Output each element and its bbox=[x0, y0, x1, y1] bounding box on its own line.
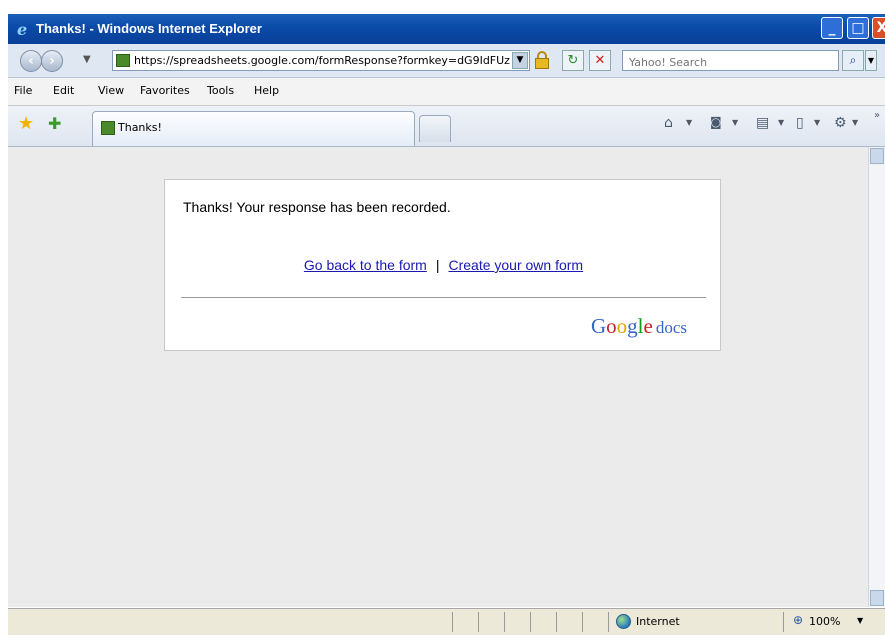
status-divider bbox=[504, 612, 505, 632]
tab-label: Thanks! bbox=[118, 121, 162, 134]
divider bbox=[181, 297, 706, 298]
address-dropdown-icon[interactable]: ▼ bbox=[512, 52, 528, 69]
menu-help[interactable]: Help bbox=[254, 84, 279, 97]
search-input[interactable] bbox=[627, 53, 831, 72]
security-zone-label[interactable]: Internet bbox=[636, 615, 680, 628]
address-toolbar: ‹ › ▼ https://spreadsheets.google.com/fo… bbox=[8, 44, 885, 78]
lock-icon[interactable] bbox=[535, 51, 549, 69]
zoom-dropdown-icon[interactable]: ▼ bbox=[857, 616, 863, 625]
google-wordmark-letter: G bbox=[591, 314, 607, 338]
internet-zone-globe-icon bbox=[616, 614, 631, 629]
maximize-button[interactable]: □ bbox=[847, 17, 869, 39]
google-docs-logo: Google docs bbox=[591, 314, 687, 339]
home-icon[interactable]: ⌂ bbox=[664, 115, 673, 131]
search-box[interactable] bbox=[622, 50, 839, 72]
back-to-form-link[interactable]: Go back to the form bbox=[304, 257, 427, 273]
page-menu-icon[interactable]: ▯ bbox=[796, 115, 804, 131]
menu-tools[interactable]: Tools bbox=[207, 84, 234, 97]
favorites-star-icon[interactable]: ★ bbox=[18, 113, 34, 134]
address-input[interactable]: https://spreadsheets.google.com/formResp… bbox=[112, 50, 530, 71]
status-divider bbox=[478, 612, 479, 632]
menu-view[interactable]: View bbox=[98, 84, 124, 97]
feeds-icon[interactable]: ◙ bbox=[710, 115, 722, 129]
print-icon[interactable]: ▤ bbox=[756, 115, 769, 131]
status-divider bbox=[582, 612, 583, 632]
window-titlebar[interactable]: e Thanks! - Windows Internet Explorer _ … bbox=[8, 14, 885, 44]
status-divider bbox=[452, 612, 453, 632]
stop-icon[interactable]: ✕ bbox=[589, 50, 611, 71]
window-title: Thanks! - Windows Internet Explorer bbox=[36, 21, 262, 36]
minimize-button[interactable]: _ bbox=[821, 17, 843, 39]
link-separator: | bbox=[435, 257, 440, 273]
card-links: Go back to the form | Create your own form bbox=[165, 257, 722, 273]
menu-favorites[interactable]: Favorites bbox=[140, 84, 190, 97]
google-wordmark-letter: o bbox=[606, 314, 617, 338]
back-button[interactable]: ‹ bbox=[20, 50, 42, 72]
search-magnifier-icon[interactable]: ⌕ bbox=[842, 50, 864, 71]
home-dropdown-icon[interactable]: ▼ bbox=[686, 118, 692, 127]
response-card: Thanks! Your response has been recorded.… bbox=[164, 179, 721, 351]
page-favicon-icon bbox=[116, 54, 130, 67]
page-dropdown-icon[interactable]: ▼ bbox=[814, 118, 820, 127]
scroll-down-button[interactable] bbox=[870, 590, 884, 606]
menu-edit[interactable]: Edit bbox=[53, 84, 74, 97]
tools-dropdown-icon[interactable]: ▼ bbox=[852, 118, 858, 127]
tools-gear-icon[interactable]: ⚙ bbox=[834, 115, 847, 131]
close-button[interactable]: X bbox=[872, 17, 885, 39]
google-wordmark-letter: g bbox=[627, 314, 638, 338]
page-viewport: Thanks! Your response has been recorded.… bbox=[8, 147, 868, 607]
ie-logo-icon: e bbox=[17, 20, 28, 39]
menu-file[interactable]: File bbox=[14, 84, 32, 97]
status-divider bbox=[530, 612, 531, 632]
create-form-link[interactable]: Create your own form bbox=[448, 257, 583, 273]
recent-pages-dropdown-icon[interactable]: ▼ bbox=[83, 54, 91, 65]
google-wordmark-letter: o bbox=[616, 314, 628, 338]
docs-wordmark: docs bbox=[655, 318, 688, 337]
status-divider bbox=[556, 612, 557, 632]
zoom-level[interactable]: 100% bbox=[809, 615, 840, 628]
status-divider bbox=[608, 612, 609, 632]
confirmation-message: Thanks! Your response has been recorded. bbox=[183, 199, 451, 215]
print-dropdown-icon[interactable]: ▼ bbox=[778, 118, 784, 127]
zoom-magnifier-icon[interactable]: ⊕ bbox=[793, 613, 803, 627]
tab-thanks[interactable]: Thanks! bbox=[92, 111, 415, 146]
tab-favicon-icon bbox=[101, 121, 115, 135]
refresh-icon[interactable]: ↻ bbox=[562, 50, 584, 71]
add-favorite-icon[interactable]: ✚ bbox=[48, 114, 61, 133]
forward-button[interactable]: › bbox=[41, 50, 63, 72]
address-url[interactable]: https://spreadsheets.google.com/formResp… bbox=[134, 54, 510, 67]
menu-bar: File Edit View Favorites Tools Help bbox=[8, 78, 885, 106]
google-wordmark: Google bbox=[591, 314, 653, 338]
scroll-up-button[interactable] bbox=[870, 148, 884, 164]
status-divider bbox=[783, 612, 784, 632]
feeds-dropdown-icon[interactable]: ▼ bbox=[732, 118, 738, 127]
status-bar: Internet ⊕ 100% ▼ bbox=[8, 608, 885, 635]
toolbar-overflow-icon[interactable]: » bbox=[874, 110, 880, 121]
google-wordmark-letter: e bbox=[643, 314, 653, 338]
tab-toolbar: ★ ✚ Thanks! ⌂ ▼ ◙ ▼ ▤ ▼ ▯ ▼ ⚙ ▼ » bbox=[8, 106, 885, 147]
new-tab-button[interactable] bbox=[419, 115, 451, 142]
search-options-dropdown-icon[interactable]: ▼ bbox=[865, 50, 877, 71]
vertical-scrollbar[interactable] bbox=[868, 147, 885, 607]
